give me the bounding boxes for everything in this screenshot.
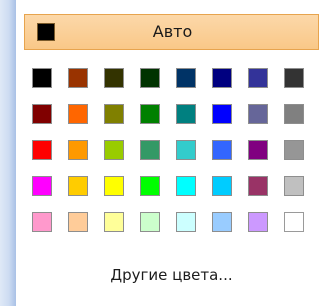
color-swatch[interactable] [176, 176, 196, 196]
color-swatch[interactable] [32, 140, 52, 160]
color-swatch[interactable] [176, 140, 196, 160]
color-swatch[interactable] [68, 68, 88, 88]
color-swatch[interactable] [68, 212, 88, 232]
color-swatch[interactable] [68, 104, 88, 124]
auto-color-label: Авто [152, 22, 193, 41]
color-swatch[interactable] [248, 104, 268, 124]
color-swatch[interactable] [248, 176, 268, 196]
color-swatch[interactable] [248, 212, 268, 232]
color-swatch[interactable] [212, 140, 232, 160]
color-swatch[interactable] [140, 140, 160, 160]
color-swatch[interactable] [248, 68, 268, 88]
color-swatch[interactable] [248, 140, 268, 160]
color-swatch[interactable] [284, 176, 304, 196]
color-palette-grid [32, 68, 312, 240]
color-swatch[interactable] [32, 212, 52, 232]
color-swatch[interactable] [140, 176, 160, 196]
color-swatch[interactable] [140, 212, 160, 232]
color-picker-popup: Авто Другие цвета... [0, 0, 322, 306]
color-swatch[interactable] [212, 104, 232, 124]
color-swatch[interactable] [176, 212, 196, 232]
more-colors-option[interactable]: Другие цвета... [24, 258, 319, 292]
color-swatch[interactable] [212, 68, 232, 88]
auto-color-option[interactable]: Авто [24, 14, 319, 50]
color-swatch[interactable] [212, 176, 232, 196]
color-swatch[interactable] [284, 140, 304, 160]
color-swatch[interactable] [32, 68, 52, 88]
color-swatch[interactable] [284, 68, 304, 88]
color-swatch[interactable] [32, 176, 52, 196]
color-swatch[interactable] [104, 104, 124, 124]
color-swatch[interactable] [140, 104, 160, 124]
color-swatch[interactable] [104, 212, 124, 232]
color-swatch[interactable] [32, 104, 52, 124]
color-swatch[interactable] [68, 140, 88, 160]
menu-gutter [0, 0, 16, 306]
color-swatch[interactable] [68, 176, 88, 196]
color-swatch[interactable] [176, 104, 196, 124]
color-swatch[interactable] [104, 176, 124, 196]
color-swatch[interactable] [284, 104, 304, 124]
color-swatch[interactable] [140, 68, 160, 88]
color-swatch[interactable] [284, 212, 304, 232]
color-swatch[interactable] [104, 140, 124, 160]
color-swatch[interactable] [104, 68, 124, 88]
color-swatch[interactable] [176, 68, 196, 88]
color-swatch[interactable] [212, 212, 232, 232]
